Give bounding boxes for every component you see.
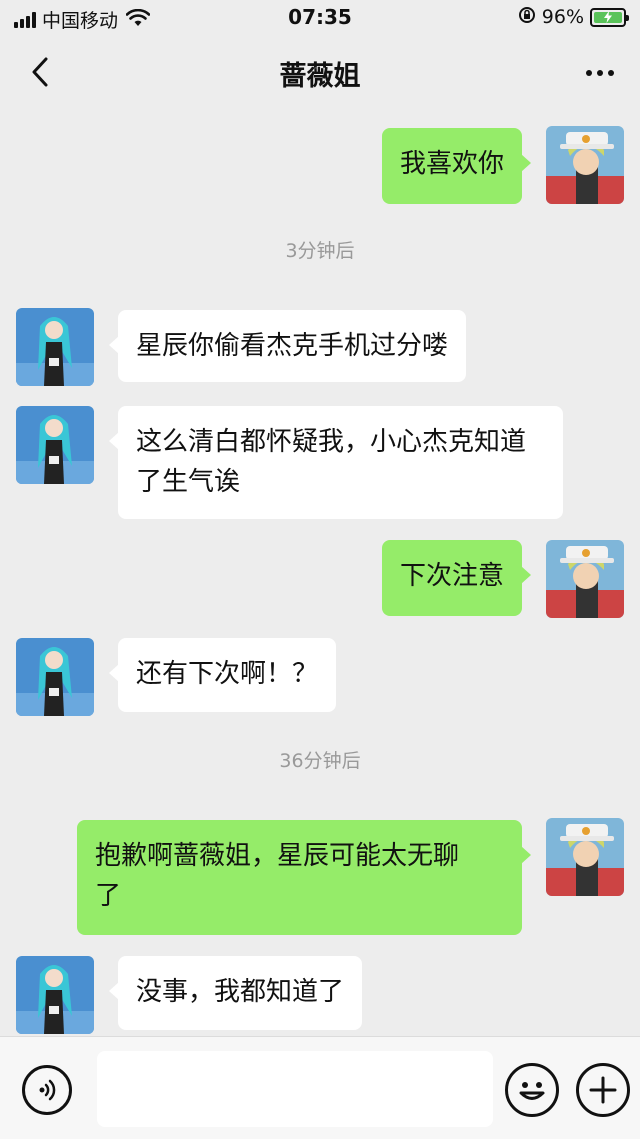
message-row: 抱歉啊蔷薇姐，星辰可能太无聊 了 (0, 818, 640, 936)
time-separator: 36分钟后 (279, 750, 361, 772)
emoji-icon (519, 1082, 545, 1100)
nav-bar: 蔷薇姐 (0, 36, 640, 108)
input-bar (0, 1036, 640, 1139)
message-row: 星辰你偷看杰克手机过分喽 (0, 308, 640, 386)
message-bubble-self[interactable]: 下次注意 (381, 540, 532, 616)
time-separator: 3分钟后 (285, 240, 355, 262)
message-line: 了 (95, 881, 122, 911)
message-line: 了生气诶 (136, 467, 241, 497)
message-input[interactable] (97, 1051, 493, 1127)
avatar-self[interactable] (546, 540, 624, 618)
message-bubble-other[interactable]: 还有下次啊！？ (108, 638, 337, 712)
avatar-other[interactable] (16, 308, 94, 386)
avatar-other[interactable] (16, 956, 94, 1034)
message-bubble-self[interactable]: 抱歉啊蔷薇姐，星辰可能太无聊 了 (77, 820, 531, 935)
rotation-lock-icon (518, 6, 536, 28)
message-line: 这么清白都怀疑我，小心杰克知道 (136, 427, 527, 457)
voice-icon (39, 1079, 56, 1101)
message-row: 没事，我都知道了 (0, 956, 640, 1034)
avatar-self[interactable] (546, 126, 624, 204)
battery-percent: 96% (541, 6, 584, 28)
message-bubble-other[interactable]: 这么清白都怀疑我，小心杰克知道 了生气诶 (109, 406, 563, 519)
message-row: 下次注意 (0, 540, 640, 618)
message-bubble-other[interactable]: 星辰你偷看杰克手机过分喽 (108, 310, 467, 382)
battery-charging-icon (590, 7, 629, 27)
plus-button[interactable] (576, 1063, 630, 1117)
more-button[interactable] (580, 58, 620, 88)
more-dots-icon (586, 70, 592, 76)
avatar-self[interactable] (546, 818, 624, 896)
avatar-other[interactable] (16, 638, 94, 716)
message-row: 还有下次啊！？ (0, 638, 640, 716)
voice-button[interactable] (22, 1065, 72, 1115)
message-row: 这么清白都怀疑我，小心杰克知道 了生气诶 (0, 406, 640, 520)
plus-icon (589, 1076, 617, 1104)
chat-title: 蔷薇姐 (279, 61, 361, 92)
avatar-other[interactable] (16, 406, 94, 484)
emoji-button[interactable] (505, 1063, 559, 1117)
message-row: 我喜欢你 (0, 126, 640, 204)
message-bubble-self[interactable]: 我喜欢你 (381, 128, 532, 204)
status-bar: 中国移动 07:35 96% (0, 0, 640, 36)
status-right: 96% (518, 6, 629, 28)
chat-area[interactable]: 我喜欢你 3分钟后 星辰你偷看杰克手机过分喽 这么清白都怀疑我，小心杰克知道 了… (0, 110, 640, 1035)
message-line: 抱歉啊蔷薇姐，星辰可能太无聊 (95, 841, 460, 871)
message-bubble-other[interactable]: 没事，我都知道了 (108, 956, 363, 1030)
